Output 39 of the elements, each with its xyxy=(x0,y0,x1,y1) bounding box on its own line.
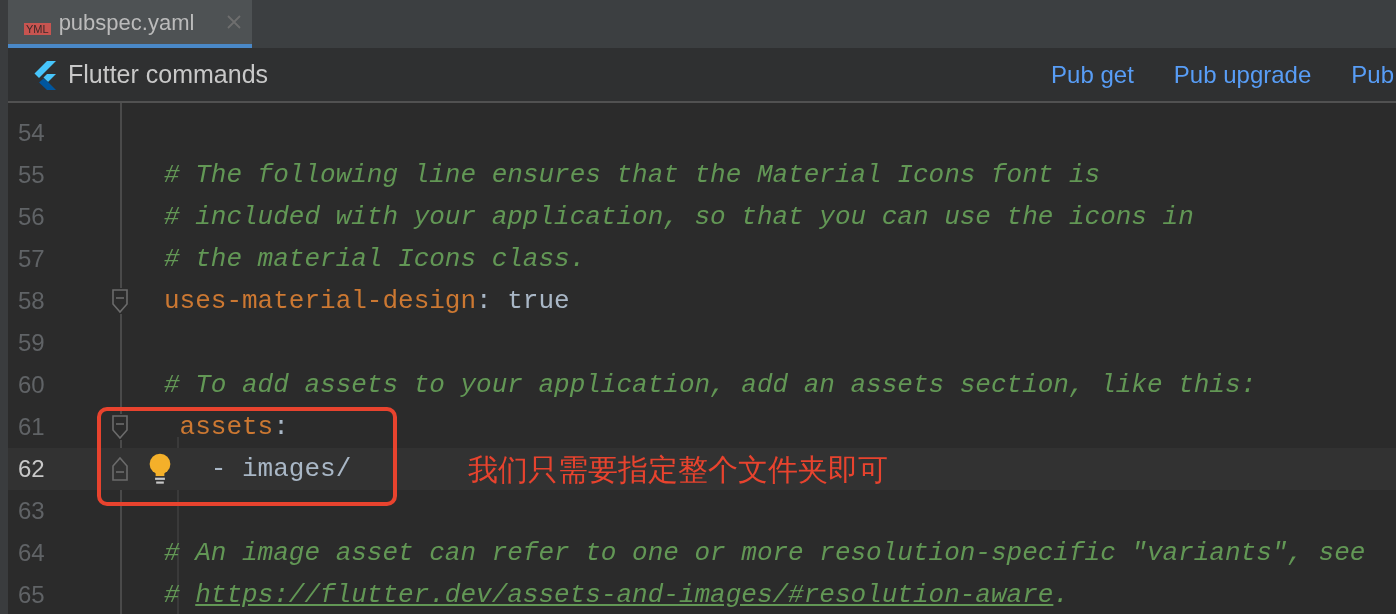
annotation-text: 我们只需要指定整个文件夹即可 xyxy=(468,451,888,488)
line-number: 64 xyxy=(17,538,46,568)
yaml-file-icon: YML xyxy=(24,23,51,35)
yaml-key: uses-material-design xyxy=(164,285,477,316)
code-comment: # included with your application, so that you can use the icons in xyxy=(164,201,1194,232)
line-number: 62 xyxy=(17,454,46,484)
pub-command-link[interactable]: Pub get xyxy=(1051,56,1134,93)
pub-command-link[interactable]: Pub upgrade xyxy=(1173,56,1312,93)
tab-label: pubspec.yaml xyxy=(58,8,195,37)
line-number: 59 xyxy=(17,328,46,358)
line-number: 56 xyxy=(17,202,46,232)
toolbar-title: Flutter commands xyxy=(68,58,269,90)
file-tab[interactable]: YML pubspec.yaml xyxy=(8,0,252,48)
close-icon[interactable] xyxy=(226,14,243,30)
fold-marker-icon[interactable] xyxy=(111,414,129,440)
line-number: 65 xyxy=(17,580,46,610)
code-text: : xyxy=(273,411,289,442)
line-number: 60 xyxy=(17,370,46,400)
line-number: 58 xyxy=(17,286,46,316)
yaml-key: assets xyxy=(164,411,274,442)
code-comment: # xyxy=(164,579,181,610)
flutter-logo-icon xyxy=(32,59,58,90)
code-comment: # To add assets to your application, add an assets section, like this: xyxy=(164,369,1257,400)
code-comment: # the material Icons class. xyxy=(164,243,586,274)
line-number: 63 xyxy=(17,496,46,526)
code-comment: . xyxy=(1053,579,1069,610)
code-text: : true xyxy=(476,285,570,316)
url-link[interactable]: https://flutter.dev/assets-and-images/#resolution-aware xyxy=(195,579,1054,610)
line-number: 57 xyxy=(17,244,46,274)
pub-command-link[interactable]: Pub xyxy=(1351,56,1394,93)
fold-marker-icon[interactable] xyxy=(111,456,129,482)
line-number: 54 xyxy=(17,118,46,148)
lightbulb-icon[interactable] xyxy=(148,452,172,486)
line-number: 55 xyxy=(17,160,46,190)
line-number: 61 xyxy=(17,412,46,442)
code-text: - images/ xyxy=(209,453,352,484)
code-comment: # An image asset can refer to one or more resolution-specific "variants", see xyxy=(164,537,1366,568)
code-comment: # The following line ensures that the Material Icons font is xyxy=(164,159,1101,190)
fold-marker-icon[interactable] xyxy=(111,288,129,314)
